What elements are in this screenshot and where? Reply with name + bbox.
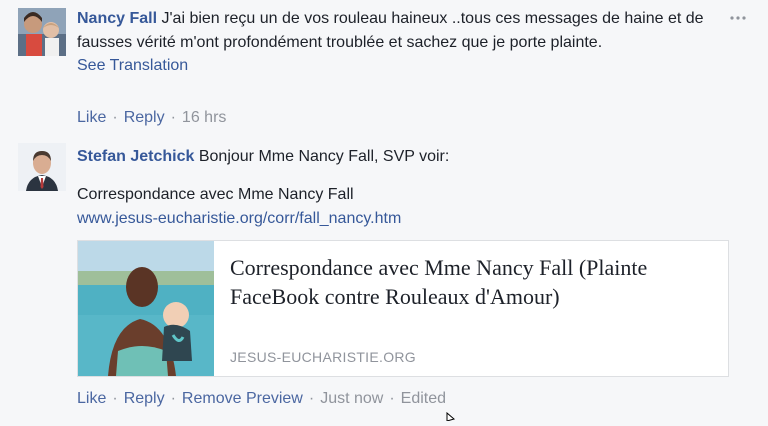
comment-text: J'ai bien reçu un de vos rouleau haineux… — [77, 10, 704, 51]
comment-nancy-fall: Nancy Fall J'ai bien reçu un de vos roul… — [0, 0, 768, 135]
comment-actions: Like · Reply · 16 hrs — [77, 109, 226, 127]
preview-title[interactable]: Correspondance avec Mme Nancy Fall (Plai… — [230, 253, 720, 311]
mouse-cursor-icon — [446, 408, 458, 426]
separator: · — [112, 109, 118, 126]
author-name[interactable]: Stefan Jetchick — [77, 148, 194, 165]
comment-text: Bonjour Mme Nancy Fall, SVP voir: — [198, 148, 450, 165]
shared-url-link[interactable]: www.jesus-eucharistie.org/corr/fall_nanc… — [77, 207, 401, 231]
preview-domain: JESUS-EUCHARISTIE.ORG — [230, 349, 416, 365]
separator: · — [112, 390, 118, 407]
comment-body: Stefan Jetchick Bonjour Mme Nancy Fall, … — [77, 145, 727, 169]
separator: · — [170, 109, 176, 126]
avatar[interactable] — [18, 8, 66, 56]
separator: · — [308, 390, 315, 407]
remove-preview-link[interactable]: Remove Preview — [182, 390, 303, 407]
avatar[interactable] — [18, 143, 66, 191]
separator: · — [170, 390, 176, 407]
preview-image — [78, 241, 214, 376]
link-preview-card[interactable]: Correspondance avec Mme Nancy Fall (Plai… — [77, 240, 729, 377]
avatar-photo — [18, 8, 66, 56]
comment-text-line: Correspondance avec Mme Nancy Fall — [77, 186, 354, 203]
avatar-photo — [18, 143, 66, 191]
timestamp[interactable]: Just now — [320, 390, 383, 407]
comment-actions: Like · Reply · Remove Preview · Just now · Edite… — [77, 390, 446, 408]
separator: · — [389, 390, 395, 407]
more-options-icon[interactable] — [729, 13, 747, 21]
comment-body: Nancy Fall J'ai bien reçu un de vos roul… — [77, 7, 727, 78]
edited-label[interactable]: Edited — [401, 390, 446, 407]
timestamp[interactable]: 16 hrs — [182, 109, 226, 126]
like-link[interactable]: Like — [77, 390, 106, 407]
like-link[interactable]: Like — [77, 109, 106, 126]
author-name[interactable]: Nancy Fall — [77, 10, 157, 27]
see-translation-link[interactable]: See Translation — [77, 57, 188, 74]
reply-link[interactable]: Reply — [124, 390, 165, 407]
reply-link[interactable]: Reply — [124, 109, 165, 126]
